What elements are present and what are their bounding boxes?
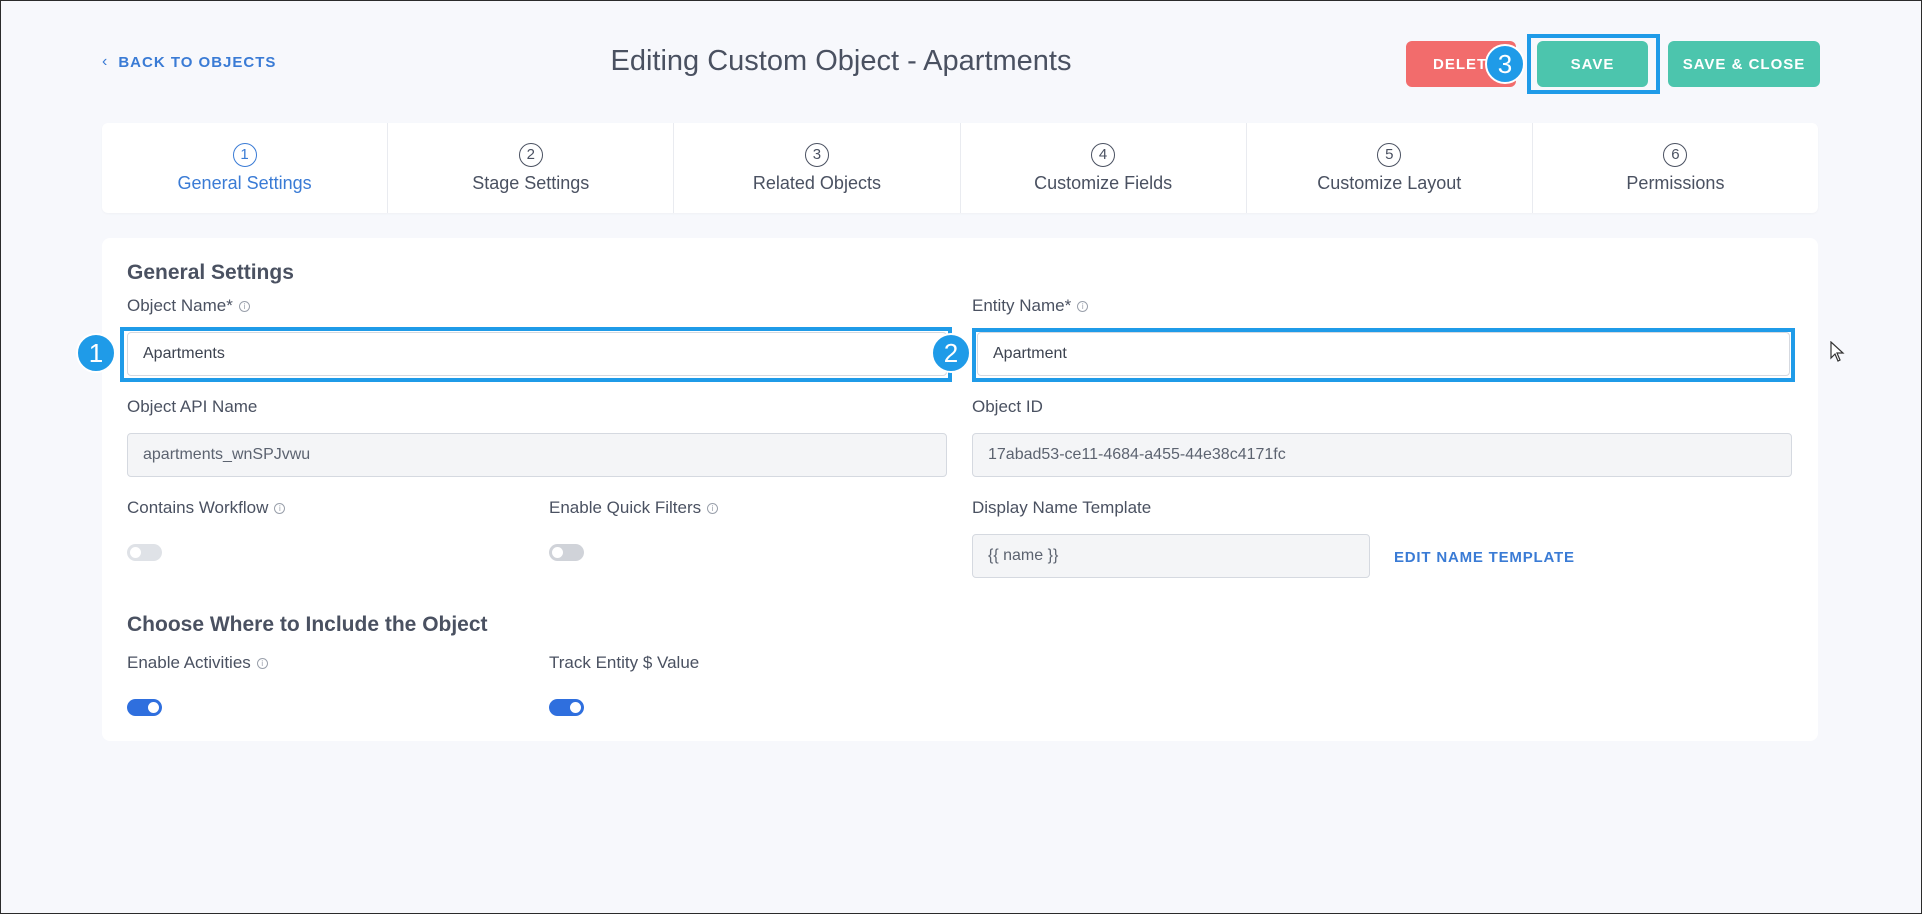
toggle-knob: [148, 702, 159, 713]
info-icon: i: [707, 502, 719, 514]
api-name-field: apartments_wnSPJvwu: [127, 433, 947, 477]
annotation-badge-3: 3: [1485, 44, 1525, 84]
toggle-knob: [570, 702, 581, 713]
step-label: Permissions: [1626, 172, 1725, 193]
tab-customize-fields[interactable]: 4 Customize Fields: [961, 123, 1247, 213]
tab-permissions[interactable]: 6 Permissions: [1533, 123, 1818, 213]
object-name-label-text: Object Name*: [127, 296, 233, 315]
contains-workflow-toggle[interactable]: [127, 544, 162, 561]
annotation-badge-2: 2: [931, 333, 971, 373]
chevron-left-icon: ‹: [102, 53, 109, 70]
quick-filters-toggle[interactable]: [549, 544, 584, 561]
tab-general-settings[interactable]: 1 General Settings: [102, 123, 389, 213]
info-icon: i: [238, 300, 250, 312]
object-name-label: Object Name* i: [127, 296, 250, 316]
track-value-toggle[interactable]: [549, 699, 584, 716]
tab-stage-settings[interactable]: 2 Stage Settings: [388, 123, 675, 213]
step-label: Customize Fields: [1034, 172, 1173, 193]
quick-filters-label: Enable Quick Filters i: [549, 498, 719, 518]
display-template-label: Display Name Template: [972, 498, 1152, 517]
enable-activities-label-text: Enable Activities: [127, 653, 251, 672]
tab-customize-layout[interactable]: 5 Customize Layout: [1247, 123, 1533, 213]
step-number: 4: [1091, 142, 1116, 167]
tab-related-objects[interactable]: 3 Related Objects: [674, 123, 961, 213]
save-highlight-box: [1527, 34, 1660, 94]
step-label: General Settings: [177, 172, 312, 193]
enable-activities-label: Enable Activities i: [127, 653, 268, 673]
steps-nav: 1 General Settings 2 Stage Settings 3 Re…: [102, 123, 1818, 213]
enable-activities-toggle[interactable]: [127, 699, 162, 716]
general-settings-heading: General Settings: [127, 261, 294, 284]
object-id-label: Object ID: [972, 397, 1043, 416]
annotation-badge-1: 1: [76, 333, 116, 373]
entity-name-label-text: Entity Name*: [972, 296, 1072, 315]
step-label: Stage Settings: [472, 172, 590, 193]
object-name-highlight-box: [120, 327, 952, 382]
object-id-field: 17abad53-ce11-4684-a455-44e38c4171fc: [972, 433, 1792, 477]
step-number: 3: [804, 142, 829, 167]
save-and-close-button[interactable]: SAVE & CLOSE: [1668, 41, 1820, 87]
step-number: 2: [518, 142, 543, 167]
page-title: Editing Custom Object - Apartments: [610, 45, 1072, 77]
entity-name-highlight-box: [972, 328, 1795, 382]
api-name-label: Object API Name: [127, 397, 258, 416]
info-icon: i: [256, 657, 268, 669]
step-number: 1: [232, 142, 257, 167]
contains-workflow-label: Contains Workflow i: [127, 498, 286, 518]
info-icon: i: [274, 502, 286, 514]
track-value-label: Track Entity $ Value: [549, 653, 700, 672]
edit-name-template-button[interactable]: EDIT NAME TEMPLATE: [1394, 549, 1575, 566]
step-label: Related Objects: [752, 172, 881, 193]
step-number: 5: [1377, 142, 1402, 167]
info-icon: i: [1077, 300, 1089, 312]
step-label: Customize Layout: [1317, 172, 1462, 193]
back-link-label: BACK TO OBJECTS: [118, 53, 277, 71]
contains-workflow-label-text: Contains Workflow: [127, 498, 269, 517]
entity-name-label: Entity Name* i: [972, 296, 1089, 316]
back-to-objects-link[interactable]: ‹ BACK TO OBJECTS: [102, 53, 276, 71]
toggle-knob: [130, 547, 141, 558]
step-number: 6: [1663, 142, 1688, 167]
mouse-cursor-icon: [1830, 341, 1845, 362]
display-template-field: {{ name }}: [972, 534, 1370, 578]
include-object-heading: Choose Where to Include the Object: [127, 613, 488, 636]
toggle-knob: [552, 547, 563, 558]
general-settings-card: [102, 238, 1818, 741]
quick-filters-label-text: Enable Quick Filters: [549, 498, 702, 517]
